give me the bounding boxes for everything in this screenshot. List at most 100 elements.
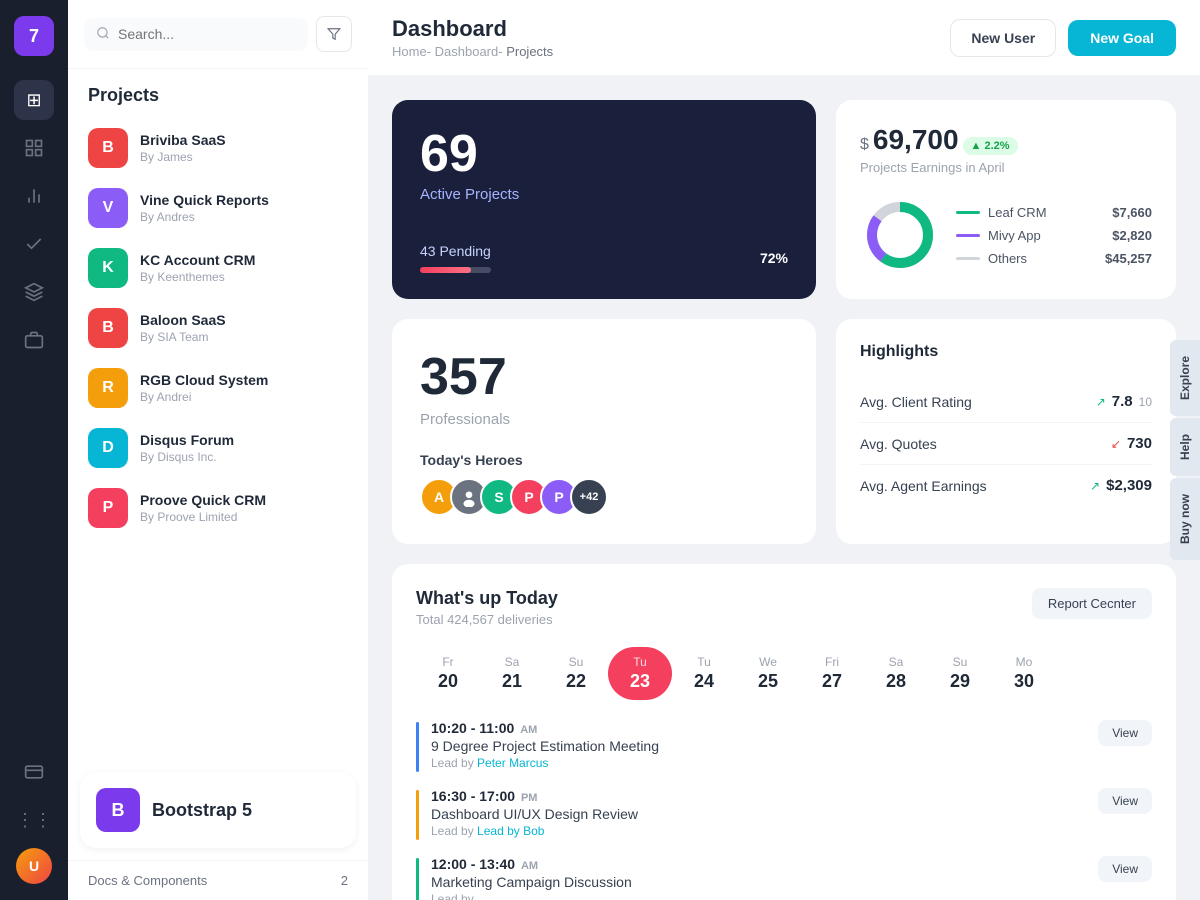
docs-bar[interactable]: Docs & Components 2 (68, 860, 368, 900)
arrow-up-icon: ↗ (1096, 395, 1106, 409)
event-lead-link[interactable]: Lead by Bob (477, 824, 544, 838)
view-event-button[interactable]: View (1098, 720, 1152, 746)
projects-panel: Projects B Briviba SaaS By James V Vine … (68, 0, 368, 900)
breadcrumb-home[interactable]: Home- (392, 44, 431, 59)
event-time: 12:00 - 13:40 AM (431, 856, 1086, 872)
right-tabs: Explore Help Buy now (1170, 340, 1200, 560)
list-item[interactable]: V Vine Quick Reports By Andres (80, 178, 356, 238)
cal-day-num: 27 (822, 671, 842, 692)
docs-label: Docs & Components (88, 873, 207, 888)
help-tab[interactable]: Help (1170, 418, 1200, 476)
cal-day-num: 30 (1014, 671, 1034, 692)
new-goal-button[interactable]: New Goal (1068, 20, 1176, 56)
buy-now-tab[interactable]: Buy now (1170, 478, 1200, 560)
sidebar-item-chart[interactable] (14, 176, 54, 216)
whatsup-header: What's up Today Total 424,567 deliveries… (416, 588, 1152, 627)
main-content: Dashboard Home- Dashboard- Projects New … (368, 0, 1200, 900)
highlight-value: ↗ $2,309 (1090, 477, 1152, 494)
search-input[interactable] (118, 26, 296, 42)
highlight-row-quotes: Avg. Quotes ↙ 730 (860, 423, 1152, 465)
list-item[interactable]: D Disqus Forum By Disqus Inc. (80, 418, 356, 478)
highlight-label: Avg. Client Rating (860, 394, 972, 410)
sidebar-item-grid[interactable]: ⊞ (14, 80, 54, 120)
cal-day-29[interactable]: Su 29 (928, 647, 992, 700)
list-item[interactable]: K KC Account CRM By Keenthemes (80, 238, 356, 298)
donut-chart (860, 195, 940, 275)
search-input-wrap[interactable] (84, 18, 308, 51)
project-name: RGB Cloud System (140, 372, 348, 388)
earnings-amount: $ 69,700 ▲ 2.2% (860, 124, 1152, 156)
cal-day-name: Fri (825, 655, 839, 669)
pending-label: 43 Pending (420, 243, 491, 273)
project-icon: V (88, 188, 128, 228)
projects-title: Projects (68, 69, 368, 118)
progress-bar-fill (420, 267, 471, 273)
cal-day-num: 23 (630, 671, 650, 692)
cal-day-25[interactable]: We 25 (736, 647, 800, 700)
legend-item-mivy: Mivy App $2,820 (956, 228, 1152, 243)
breadcrumb-dashboard[interactable]: Dashboard- (435, 44, 503, 59)
active-projects-card: 69 Active Projects 43 Pending 72% (392, 100, 816, 299)
professionals-label: Professionals (420, 411, 788, 428)
event-line (416, 858, 419, 900)
project-info: Proove Quick CRM By Proove Limited (140, 492, 348, 524)
sidebar-avatar: 7 (14, 16, 54, 56)
legend-value-others: $45,257 (1105, 251, 1152, 266)
view-event-button[interactable]: View (1098, 856, 1152, 882)
event-lead-link[interactable]: Peter Marcus (477, 756, 548, 770)
highlight-row-earnings: Avg. Agent Earnings ↗ $2,309 (860, 465, 1152, 506)
sidebar-item-briefcase[interactable] (14, 320, 54, 360)
cal-day-24[interactable]: Tu 24 (672, 647, 736, 700)
new-user-button[interactable]: New User (950, 19, 1056, 57)
whatsup-title-group: What's up Today Total 424,567 deliveries (416, 588, 558, 627)
sidebar-item-dots[interactable]: ⋮⋮ (14, 800, 54, 840)
list-item[interactable]: P Proove Quick CRM By Proove Limited (80, 478, 356, 538)
event-item-3: 12:00 - 13:40 AM Marketing Campaign Disc… (416, 856, 1152, 900)
progress-percent: 72% (760, 250, 788, 266)
project-list: B Briviba SaaS By James V Vine Quick Rep… (68, 118, 368, 760)
event-line (416, 790, 419, 840)
sidebar-item-stack[interactable] (14, 272, 54, 312)
bootstrap-banner[interactable]: B Bootstrap 5 (80, 772, 356, 848)
event-content: 10:20 - 11:00 AM 9 Degree Project Estima… (431, 720, 1086, 770)
project-info: Briviba SaaS By James (140, 132, 348, 164)
event-time: 10:20 - 11:00 AM (431, 720, 1086, 736)
cal-day-22[interactable]: Su 22 (544, 647, 608, 700)
legend-value-leaf: $7,660 (1112, 205, 1152, 220)
cal-day-21[interactable]: Sa 21 (480, 647, 544, 700)
project-info: Baloon SaaS By SIA Team (140, 312, 348, 344)
list-item[interactable]: R RGB Cloud System By Andrei (80, 358, 356, 418)
explore-tab[interactable]: Explore (1170, 340, 1200, 416)
heroes-avatars: A S P P +42 (420, 478, 788, 516)
event-content: 12:00 - 13:40 AM Marketing Campaign Disc… (431, 856, 1086, 900)
earnings-number: 69,700 (873, 124, 959, 156)
sidebar-item-layers[interactable] (14, 128, 54, 168)
cal-day-30[interactable]: Mo 30 (992, 647, 1056, 700)
project-icon: R (88, 368, 128, 408)
sidebar-user-avatar[interactable]: U (16, 848, 52, 884)
cal-day-23-active[interactable]: Tu 23 (608, 647, 672, 700)
legend-label-others: Others (988, 251, 1027, 266)
sidebar-item-card[interactable] (14, 752, 54, 792)
list-item[interactable]: B Briviba SaaS By James (80, 118, 356, 178)
list-item[interactable]: B Baloon SaaS By SIA Team (80, 298, 356, 358)
calendar-days: Fr 20 Sa 21 Su 22 Tu 23 Tu 24 (416, 647, 1152, 700)
professionals-card: 357 Professionals Today's Heroes A S P (392, 319, 816, 544)
earnings-label: Projects Earnings in April (860, 160, 1152, 175)
view-event-button[interactable]: View (1098, 788, 1152, 814)
breadcrumb: Home- Dashboard- Projects (392, 44, 553, 59)
filter-button[interactable] (316, 16, 352, 52)
cal-day-num: 22 (566, 671, 586, 692)
project-name: Briviba SaaS (140, 132, 348, 148)
cal-day-20[interactable]: Fr 20 (416, 647, 480, 700)
main-header: Dashboard Home- Dashboard- Projects New … (368, 0, 1200, 76)
legend-item-others: Others $45,257 (956, 251, 1152, 266)
report-center-button[interactable]: Report Cecnter (1032, 588, 1152, 619)
whatsup-title: What's up Today (416, 588, 558, 609)
sidebar-item-check[interactable] (14, 224, 54, 264)
whatsup-card: What's up Today Total 424,567 deliveries… (392, 564, 1176, 900)
project-name: Vine Quick Reports (140, 192, 348, 208)
project-author: By SIA Team (140, 330, 348, 344)
cal-day-27[interactable]: Fri 27 (800, 647, 864, 700)
cal-day-28[interactable]: Sa 28 (864, 647, 928, 700)
